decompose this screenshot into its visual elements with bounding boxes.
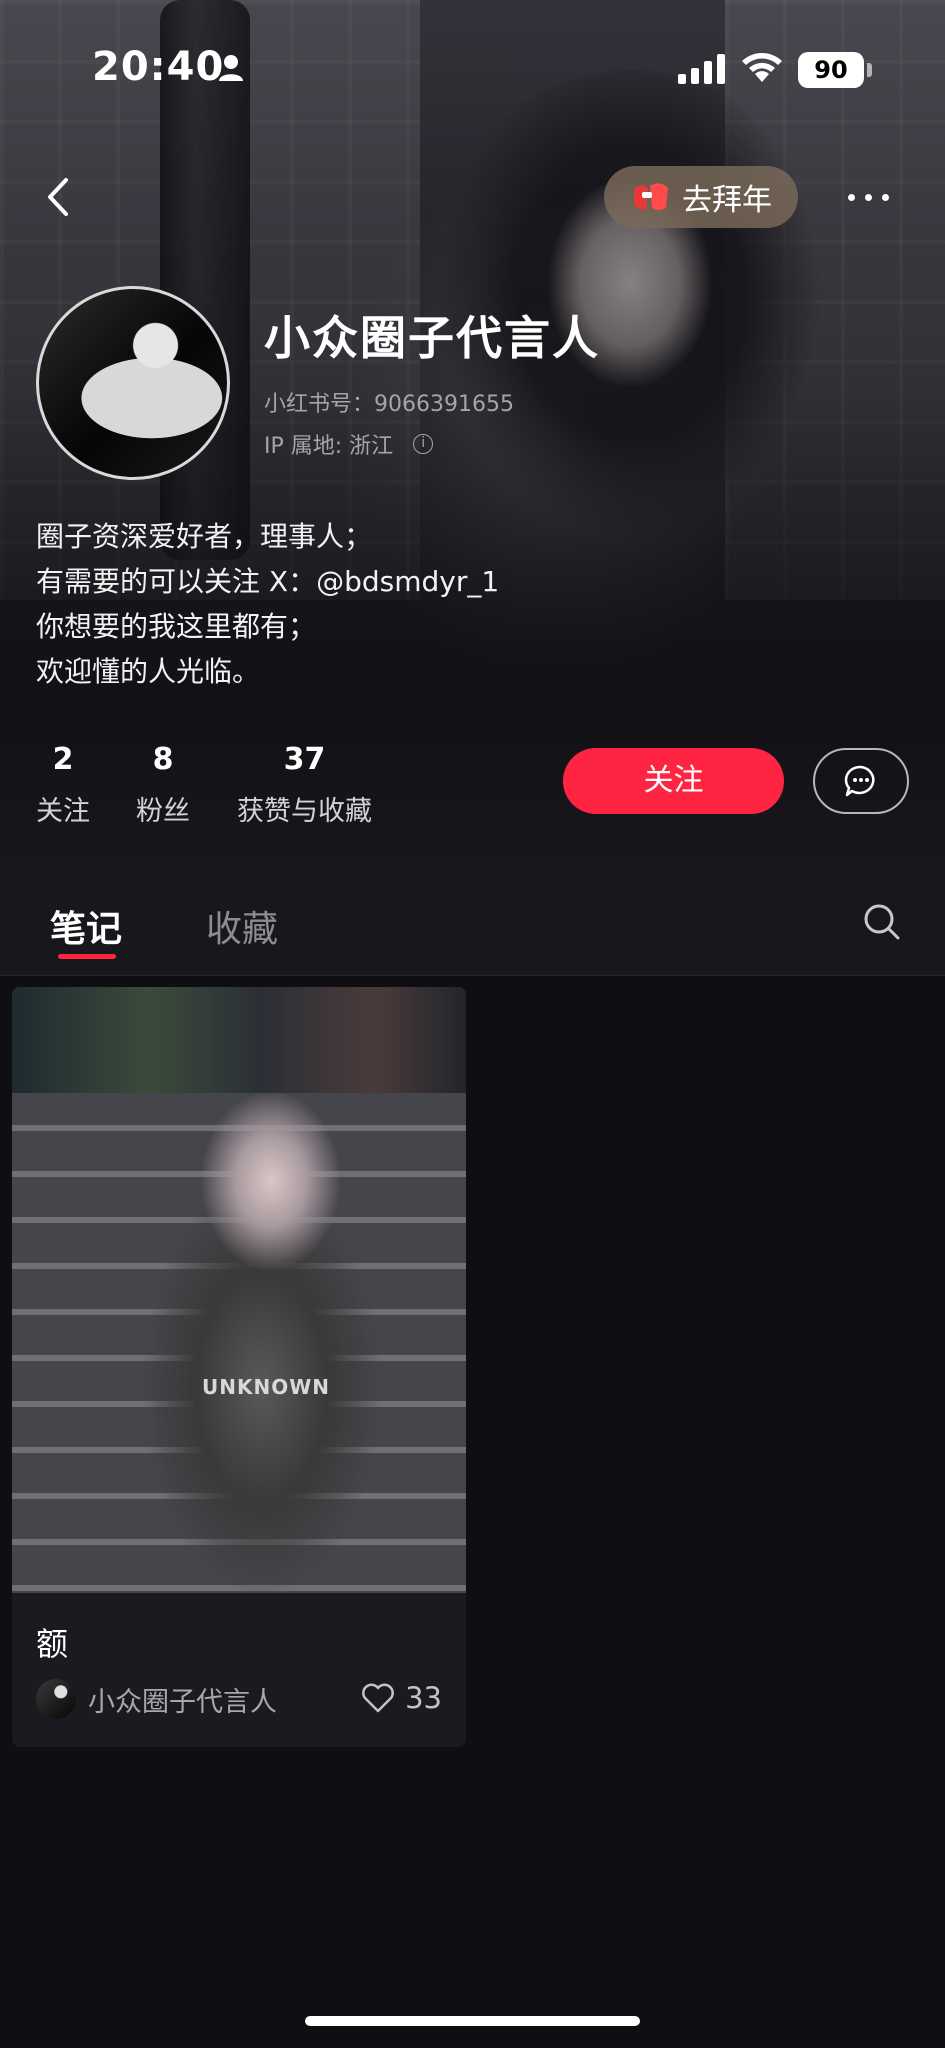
more-dot-icon	[882, 193, 889, 201]
tab-collections[interactable]: 收藏	[206, 900, 278, 952]
bio-line: 有需要的可以关注 X：@bdsmdyr_1	[36, 565, 500, 598]
home-indicator[interactable]	[305, 2016, 640, 2026]
ip-location-text: IP 属地: 浙江	[264, 434, 394, 459]
heart-icon	[362, 1683, 395, 1713]
active-tab-indicator	[58, 954, 116, 959]
bio-line: 你想要的我这里都有；	[36, 610, 317, 643]
bio-line: 圈子资深爱好者，理事人；	[36, 520, 373, 553]
followers-stat[interactable]: 8 粉丝	[136, 742, 190, 828]
profile-bio: 圈子资深爱好者，理事人； 有需要的可以关注 X：@bdsmdyr_1 你想要的我…	[36, 514, 499, 694]
followers-count: 8	[152, 742, 174, 777]
tab-notes[interactable]: 笔记	[50, 900, 122, 952]
profile-tabs: 笔记 收藏	[0, 870, 945, 976]
back-button[interactable]	[36, 172, 86, 222]
new-year-visit-button[interactable]: 去拜年	[604, 166, 798, 228]
note-author[interactable]: 小众圈子代言人	[36, 1679, 277, 1719]
follow-button[interactable]: 关注	[563, 748, 784, 814]
message-button[interactable]	[813, 748, 909, 814]
following-count: 2	[52, 742, 74, 777]
author-name: 小众圈子代言人	[88, 1686, 277, 1718]
following-label: 关注	[36, 796, 90, 827]
redbook-id[interactable]: 小红书号：9066391655	[264, 386, 514, 418]
visit-button-label: 去拜年	[682, 183, 772, 218]
more-dot-icon	[865, 193, 872, 201]
more-dot-icon	[848, 193, 855, 201]
battery-tip	[867, 63, 872, 77]
ip-location: IP 属地: 浙江 i	[264, 428, 434, 460]
cellular-signal-icon	[678, 54, 725, 84]
note-title: 额	[36, 1625, 69, 1663]
status-bar: 20:40 90	[0, 0, 945, 120]
note-card[interactable]: UNKNOWN 额 小众圈子代言人 33	[12, 987, 466, 1747]
likes-collections-count: 37	[283, 742, 326, 777]
more-options-button[interactable]	[848, 180, 908, 214]
info-icon[interactable]: i	[413, 434, 434, 454]
note-image-shirt-text: UNKNOWN	[202, 1375, 331, 1399]
followers-label: 粉丝	[136, 796, 190, 827]
profile-nickname: 小众圈子代言人	[264, 311, 600, 365]
following-stat[interactable]: 2 关注	[36, 742, 90, 828]
chat-bubble-icon	[844, 765, 875, 797]
author-avatar	[36, 1679, 76, 1719]
likes-collections-label: 获赞与收藏	[237, 796, 372, 827]
red-envelope-icon	[634, 183, 668, 210]
bio-line: 欢迎懂的人光临。	[36, 655, 261, 688]
search-icon[interactable]	[862, 902, 902, 942]
note-like-button[interactable]: 33	[361, 1681, 442, 1715]
note-like-count: 33	[405, 1681, 442, 1715]
wifi-icon	[742, 53, 782, 82]
battery-indicator: 90	[798, 52, 864, 88]
likes-and-collections-stat[interactable]: 37 获赞与收藏	[237, 742, 372, 828]
person-icon	[219, 55, 243, 81]
status-time: 20:40	[92, 44, 225, 90]
note-cover-image[interactable]: UNKNOWN	[12, 987, 466, 1593]
profile-avatar[interactable]	[36, 286, 230, 480]
